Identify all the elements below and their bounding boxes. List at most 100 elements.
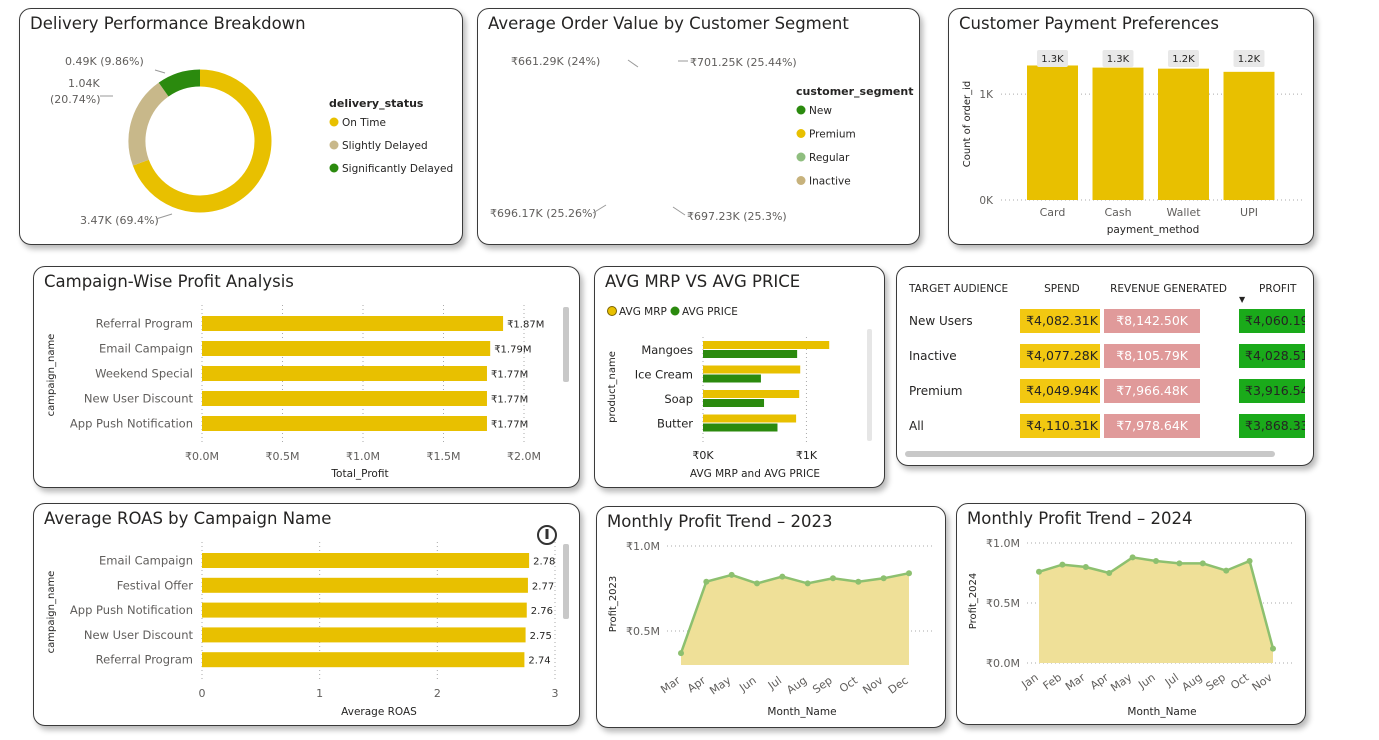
x-tick-label: ₹0K [692,449,714,462]
payment-card: Customer Payment Preferences Count of or… [948,8,1314,245]
y-tick-label: ₹0.0M [986,657,1020,670]
column-header[interactable]: TARGET AUDIENCE [903,279,1016,301]
x-tick-label: Jul [1162,671,1181,690]
aov-donut-chart[interactable]: ₹661.29K (24%) ₹701.25K (25.44%) ₹696.17… [478,9,918,239]
profit-cell-value: ₹3,916.54K [1239,378,1305,403]
legend[interactable]: On Time Slightly Delayed Significantly Del… [329,117,454,175]
x-tick-label: Aug [1179,671,1204,694]
bar [703,423,778,432]
bar [1158,68,1209,200]
x-tick-label: ₹0.0M [185,450,219,463]
aov-card: Average Order Value by Customer Segment … [477,8,920,245]
info-icon[interactable] [537,525,557,545]
x-tick-label: 3 [552,687,559,700]
spend-cell: ₹4,110.31K [1016,410,1101,441]
y-tick-label: New User Discount [84,392,194,406]
y-tick-label: ₹0.5M [986,597,1020,610]
bar [703,414,797,423]
data-point [754,580,760,587]
revenue-cell: ₹7,978.64K [1100,410,1235,441]
horizontal-scrollbar[interactable] [905,451,1275,457]
x-axis-title: payment_method [1107,224,1200,236]
y-tick-label: App Push Notification [70,417,193,431]
vertical-scrollbar[interactable] [867,329,872,441]
profit-cell-value: ₹4,028.51K [1239,343,1305,368]
spend-cell-value: ₹4,077.28K [1020,343,1101,368]
bar [703,341,830,349]
column-header[interactable]: SPEND [1016,279,1100,301]
column-header[interactable]: REVENUE GENERATED [1100,279,1235,301]
y-axis-title: campaign_name [46,334,57,417]
profit-cell: ₹4,060.19K [1235,305,1305,336]
payment-bar-chart[interactable]: Count of order_id payment_method 0K 1K 1.3… [949,9,1311,241]
data-label: ₹696.17K (25.26%) [490,207,597,220]
x-tick-label: Nov [860,674,885,697]
x-tick-label: May [1108,671,1134,695]
legend-label: AVG PRICE [682,306,738,318]
roas-bar-chart[interactable]: campaign_name Average ROAS 0 1 2 3 Email Cam… [34,504,579,725]
data-point [678,650,684,657]
donut-slice [128,82,169,166]
table-row[interactable]: Inactive ₹4,077.28K₹8,105.79K ₹4,028.51K [903,340,1305,371]
bar [1027,65,1078,200]
x-tick-label: Jun [736,674,758,695]
y-axis-title: Profit_2023 [608,576,619,633]
table-row[interactable]: Premium ₹4,049.94K₹7,966.48K ₹3,916.54K [903,375,1305,406]
bar [1223,71,1275,201]
vertical-scrollbar[interactable] [563,307,569,382]
column-header-label: PROFIT [1259,283,1297,295]
legend-label: AVG MRP [619,306,667,318]
y-tick-label: Festival Offer [117,578,194,592]
legend-label: On Time [342,117,386,129]
data-label: ₹1.87M [507,320,544,331]
sort-desc-icon[interactable]: ▼ [1239,295,1245,304]
x-tick-label: Card [1040,206,1066,219]
y-tick-label: Email Campaign [99,554,193,568]
y-tick-label: Referral Program [96,653,193,667]
legend-marker [329,117,339,127]
profit-2024-area-chart[interactable]: Profit_2024 Month_Name ₹0.0M ₹0.5M ₹1.0M Ja… [957,504,1305,724]
legend[interactable]: New Premium Regular Inactive [796,105,856,188]
delivery-donut-chart[interactable]: 0.49K (9.86%) 1.04K (20.74%) 3.47K (69.4… [20,9,460,239]
legend-label: Premium [809,129,856,141]
table-row[interactable]: New Users ₹4,082.31K₹8,142.50K ₹4,060.19K [903,305,1305,336]
y-tick-label: ₹1.0M [986,537,1020,550]
profit-2023-area-chart[interactable]: Profit_2023 Month_Name ₹0.5M ₹1.0M Mar Apr M… [597,507,945,727]
donut-slice [158,69,201,97]
data-point [830,575,836,582]
profit-cell-value: ₹3,868.33K [1239,413,1305,438]
data-point [1082,564,1089,570]
data-point [855,578,862,585]
donut-segments [128,69,272,213]
profit-cell-value: ₹4,060.19K [1239,308,1305,333]
x-tick-label: Jul [765,674,784,693]
spend-cell: ₹4,082.31K [1016,305,1101,336]
legend-marker [796,176,806,185]
y-tick-label: 0K [979,195,994,207]
spend-cell-value: ₹4,082.31K [1020,308,1101,333]
mrp-price-bar-chart[interactable]: AVG MRP AVG PRICE product_name AVG MRP a… [595,267,884,487]
x-tick-label: 2 [434,687,441,700]
legend-title: delivery_status [329,97,424,110]
x-tick-label: ₹2.0M [507,450,541,463]
campaign-profit-bar-chart[interactable]: campaign_name Total_Profit ₹0.0M ₹0.5M ₹1.… [34,267,579,487]
data-point [1270,645,1276,652]
x-tick-label: Mar [658,674,683,697]
table-body: New Users ₹4,082.31K₹8,142.50K ₹4,060.19K I… [903,305,1305,441]
column-header[interactable]: ▼ PROFIT [1235,279,1305,304]
data-label: ₹661.29K (24%) [511,55,600,68]
y-tick-label: ₹1.0M [626,540,660,553]
vertical-scrollbar[interactable] [563,544,569,619]
revenue-cell: ₹8,142.50K [1100,305,1235,336]
y-tick-label: App Push Notification [70,603,193,617]
bar [703,390,800,398]
data-label: ₹1.79M [494,345,531,356]
table-row[interactable]: All ₹4,110.31K₹7,978.64K ₹3,868.33K [903,410,1305,441]
profit-cell: ₹4,028.51K [1235,340,1305,371]
campaign-profit-card: Campaign-Wise Profit Analysis campaign_n… [33,266,580,488]
data-label: ₹701.25K (25.44%) [690,56,797,69]
data-point [1199,560,1206,567]
bar [202,391,487,406]
data-point [804,580,811,587]
y-tick-label: Email Campaign [99,342,193,356]
